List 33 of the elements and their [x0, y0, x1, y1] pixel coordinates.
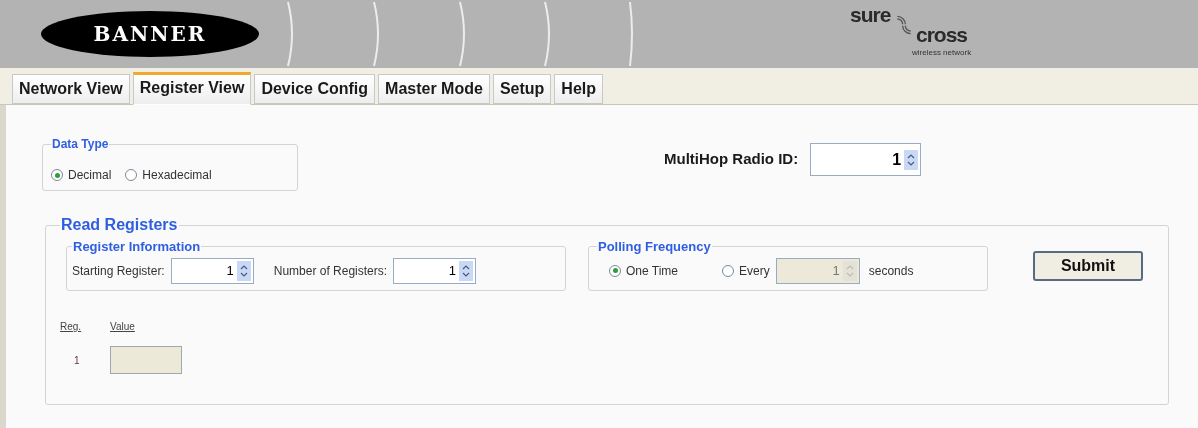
group-title: Register Information	[72, 238, 202, 256]
spin-arrows-icon[interactable]	[236, 260, 251, 281]
group-title: Read Registers	[60, 215, 179, 235]
tab[interactable]: Network View	[12, 74, 130, 104]
tab[interactable]: Master Mode	[378, 74, 490, 104]
radio-option[interactable]: Hexadecimal	[125, 160, 212, 190]
register-number: 1	[73, 353, 81, 368]
field-label: Starting Register:	[72, 262, 165, 280]
radio-option[interactable]: One Time	[609, 261, 679, 280]
group-title: Polling Frequency	[597, 238, 712, 256]
radio-option[interactable]: Every	[722, 261, 770, 280]
radio-option[interactable]: Decimal	[51, 160, 112, 190]
column-header: Reg.	[60, 320, 82, 334]
wave-icon	[896, 14, 912, 36]
brand-name: sure	[850, 4, 891, 26]
tab[interactable]: Device Config	[254, 74, 376, 104]
spin-arrows-icon[interactable]	[459, 260, 474, 281]
brand-name: cross	[916, 24, 968, 46]
submit-button[interactable]: Submit	[1033, 251, 1143, 281]
field-label: MultiHop Radio ID:	[664, 149, 799, 170]
spin-arrows-icon[interactable]	[904, 149, 919, 170]
tab[interactable]: Help	[554, 74, 603, 104]
field-label: Number of Registers:	[273, 262, 388, 280]
number-spin-field[interactable]: 1	[393, 257, 477, 284]
number-spin-field[interactable]: 1	[170, 257, 254, 284]
number-spin-field[interactable]: 1	[810, 143, 922, 176]
column-header: Value	[110, 320, 135, 334]
tab[interactable]: Register View	[132, 72, 252, 105]
brand-tagline: wireless network	[912, 48, 972, 57]
unit-label: seconds	[868, 262, 914, 280]
group-title: Data Type	[51, 136, 110, 153]
tab[interactable]: Setup	[492, 74, 552, 104]
brand-logo: BANNER	[41, 11, 259, 57]
